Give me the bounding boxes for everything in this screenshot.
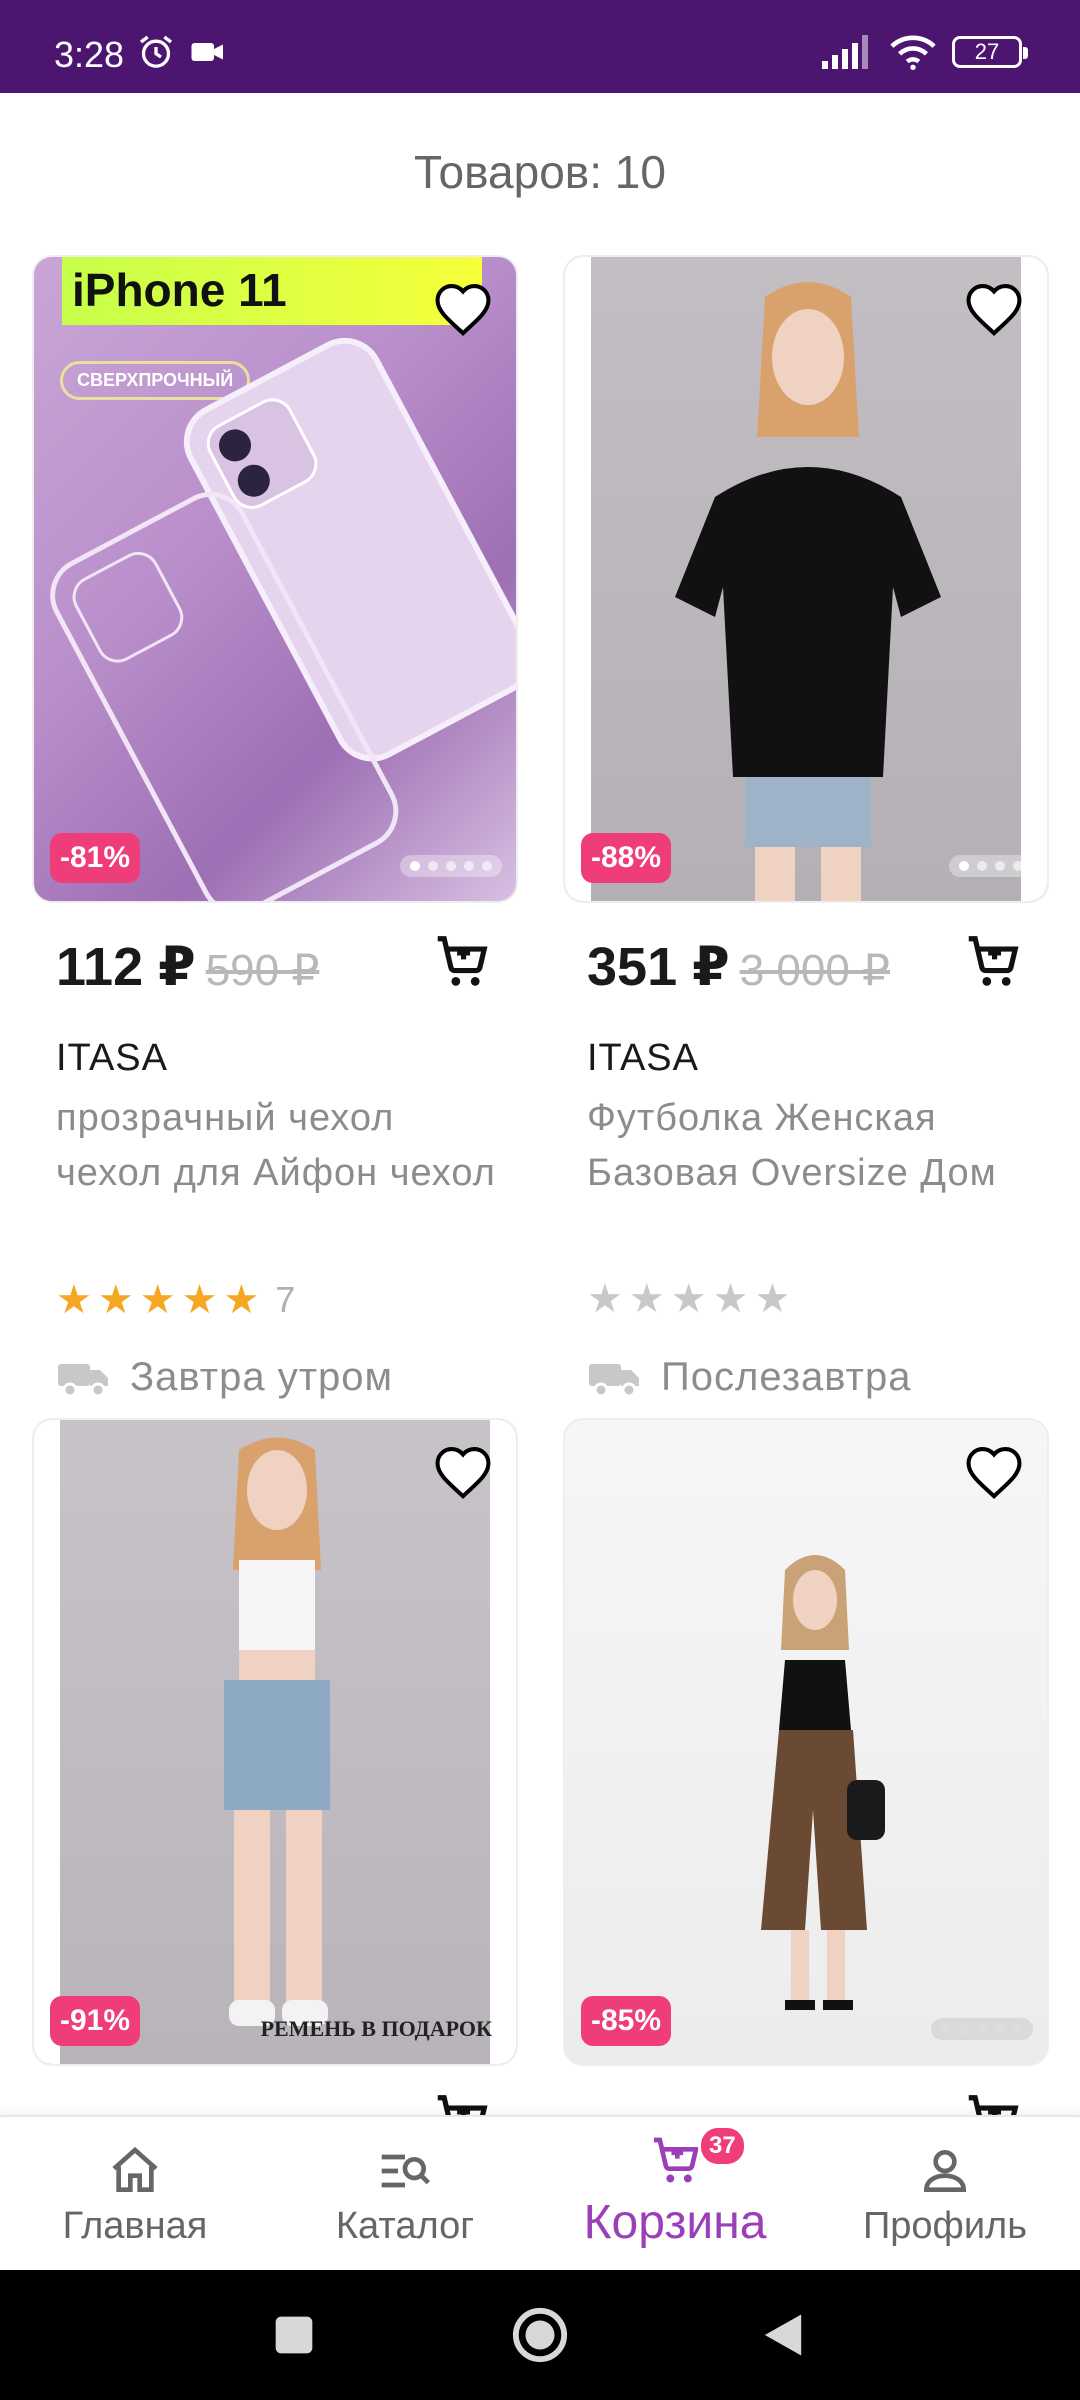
catalog-search-icon	[381, 2154, 430, 2188]
star-empty-icon: ★	[587, 1277, 623, 1321]
product-title[interactable]: Футболка Женская Базовая Oversize Дом	[587, 1091, 1027, 1201]
discount-badge: -91%	[50, 1996, 141, 2046]
discount-badge: -88%	[581, 833, 672, 883]
star-empty-icon: ★	[628, 1277, 665, 1321]
cart-icon	[654, 2137, 699, 2183]
signal-icon	[822, 35, 868, 69]
profile-icon	[923, 2150, 967, 2192]
star-filled-icon: ★	[139, 1278, 176, 1322]
delivery-info: Послезавтра	[587, 1355, 911, 1400]
add-to-cart-icon[interactable]	[430, 931, 492, 993]
discount-badge: -81%	[50, 833, 141, 883]
nav-cart[interactable]: 37 Корзина	[540, 2117, 810, 2272]
rating: ★ ★ ★ ★ ★ 7	[56, 1279, 295, 1321]
star-filled-icon: ★	[56, 1278, 92, 1322]
delivery-text: Завтра утром	[130, 1355, 394, 1399]
system-navigation-bar	[0, 2270, 1080, 2400]
nav-catalog-label: Каталог	[335, 2205, 475, 2247]
product-title-line1: прозрачный чехол	[56, 1097, 395, 1139]
favorite-heart-icon[interactable]	[963, 1444, 1025, 1500]
delivery-truck-icon	[589, 1363, 639, 1397]
video-icon	[191, 43, 223, 61]
product-list[interactable]: Товаров: 10 iPhone 11 СВЕРХПРОЧНЫЙ -81%	[0, 93, 1080, 2115]
cart-badge: 37	[698, 2125, 747, 2167]
product-card[interactable]: РЕМЕНЬ В ПОДАРОК -91%	[32, 1418, 518, 2115]
product-title-line2: чехол для Айфон чехол	[56, 1152, 496, 1194]
rating: ★ ★ ★ ★ ★	[587, 1279, 790, 1319]
favorite-heart-icon[interactable]	[432, 281, 494, 337]
old-price: 590 ₽	[205, 946, 320, 995]
model-figure	[224, 1437, 330, 2026]
add-to-cart-icon[interactable]	[961, 2090, 1023, 2115]
product-image[interactable]: iPhone 11 СВЕРХПРОЧНЫЙ -81%	[32, 255, 518, 903]
favorite-heart-icon[interactable]	[432, 1444, 494, 1500]
old-price: 3 000 ₽	[739, 946, 891, 995]
star-empty-icon: ★	[754, 1277, 791, 1321]
nav-home-label: Главная	[62, 2205, 208, 2247]
price: 351 ₽	[587, 937, 730, 997]
product-card[interactable]: -85%	[563, 1418, 1049, 2115]
bottom-navigation: Главная Каталог 37 Корзина Профиль	[0, 2115, 1080, 2270]
status-bar: 3:28 27	[0, 0, 1080, 93]
alarm-icon	[140, 35, 172, 68]
battery-indicator: 27	[952, 36, 1028, 68]
product-title[interactable]: прозрачный чехол чехол для Айфон чехол	[56, 1091, 496, 1201]
product-card[interactable]: iPhone 11 СВЕРХПРОЧНЫЙ -81% 112 ₽590 ₽ I…	[32, 255, 518, 1399]
phone-case-illustration	[50, 337, 516, 901]
star-empty-icon: ★	[670, 1277, 707, 1321]
discount-badge: -85%	[581, 1996, 672, 2046]
status-time: 3:28	[54, 34, 125, 75]
delivery-info: Завтра утром	[56, 1355, 393, 1400]
star-filled-icon: ★	[97, 1278, 134, 1322]
nav-home[interactable]: Главная	[0, 2117, 270, 2272]
model-figure	[675, 282, 941, 901]
product-image[interactable]: -85%	[563, 1418, 1049, 2066]
brand-name: ITASA	[587, 1037, 699, 1079]
star-filled-icon: ★	[223, 1278, 260, 1322]
add-to-cart-icon[interactable]	[430, 2090, 492, 2115]
star-filled-icon: ★	[181, 1278, 218, 1322]
nav-catalog[interactable]: Каталог	[270, 2117, 540, 2272]
product-image[interactable]: -88%	[563, 255, 1049, 903]
image-pagination-dots	[931, 2018, 1033, 2040]
nav-profile[interactable]: Профиль	[810, 2117, 1080, 2272]
wifi-icon	[890, 35, 936, 70]
home-icon	[112, 2146, 158, 2192]
nav-cart-label: Корзина	[583, 2196, 767, 2249]
product-count: Товаров: 10	[414, 146, 666, 198]
delivery-truck-icon	[58, 1363, 108, 1397]
favorite-heart-icon[interactable]	[963, 281, 1025, 337]
star-empty-icon: ★	[712, 1277, 749, 1321]
add-to-cart-icon[interactable]	[961, 931, 1023, 993]
model-figure	[761, 1555, 885, 2010]
image-promo-text: РЕМЕНЬ В ПОДАРОК	[260, 2016, 492, 2041]
recent-apps-button[interactable]	[272, 2313, 316, 2357]
back-button[interactable]	[760, 2310, 806, 2360]
rating-count: 7	[275, 1279, 296, 1320]
product-title-line1: Футболка Женская	[587, 1097, 937, 1139]
nav-profile-label: Профиль	[862, 2205, 1028, 2247]
product-card[interactable]: -88% 351 ₽3 000 ₽ ITASA Футболка Женская…	[563, 255, 1049, 1399]
price: 112 ₽	[56, 937, 196, 997]
brand-name: ITASA	[56, 1037, 168, 1079]
image-pagination-dots	[949, 855, 1033, 877]
delivery-text: Послезавтра	[661, 1355, 912, 1399]
product-image[interactable]: РЕМЕНЬ В ПОДАРОК -91%	[32, 1418, 518, 2066]
product-title-line2: Базовая Oversize Дом	[587, 1152, 997, 1194]
image-pagination-dots	[400, 855, 502, 877]
home-button[interactable]	[511, 2306, 569, 2364]
